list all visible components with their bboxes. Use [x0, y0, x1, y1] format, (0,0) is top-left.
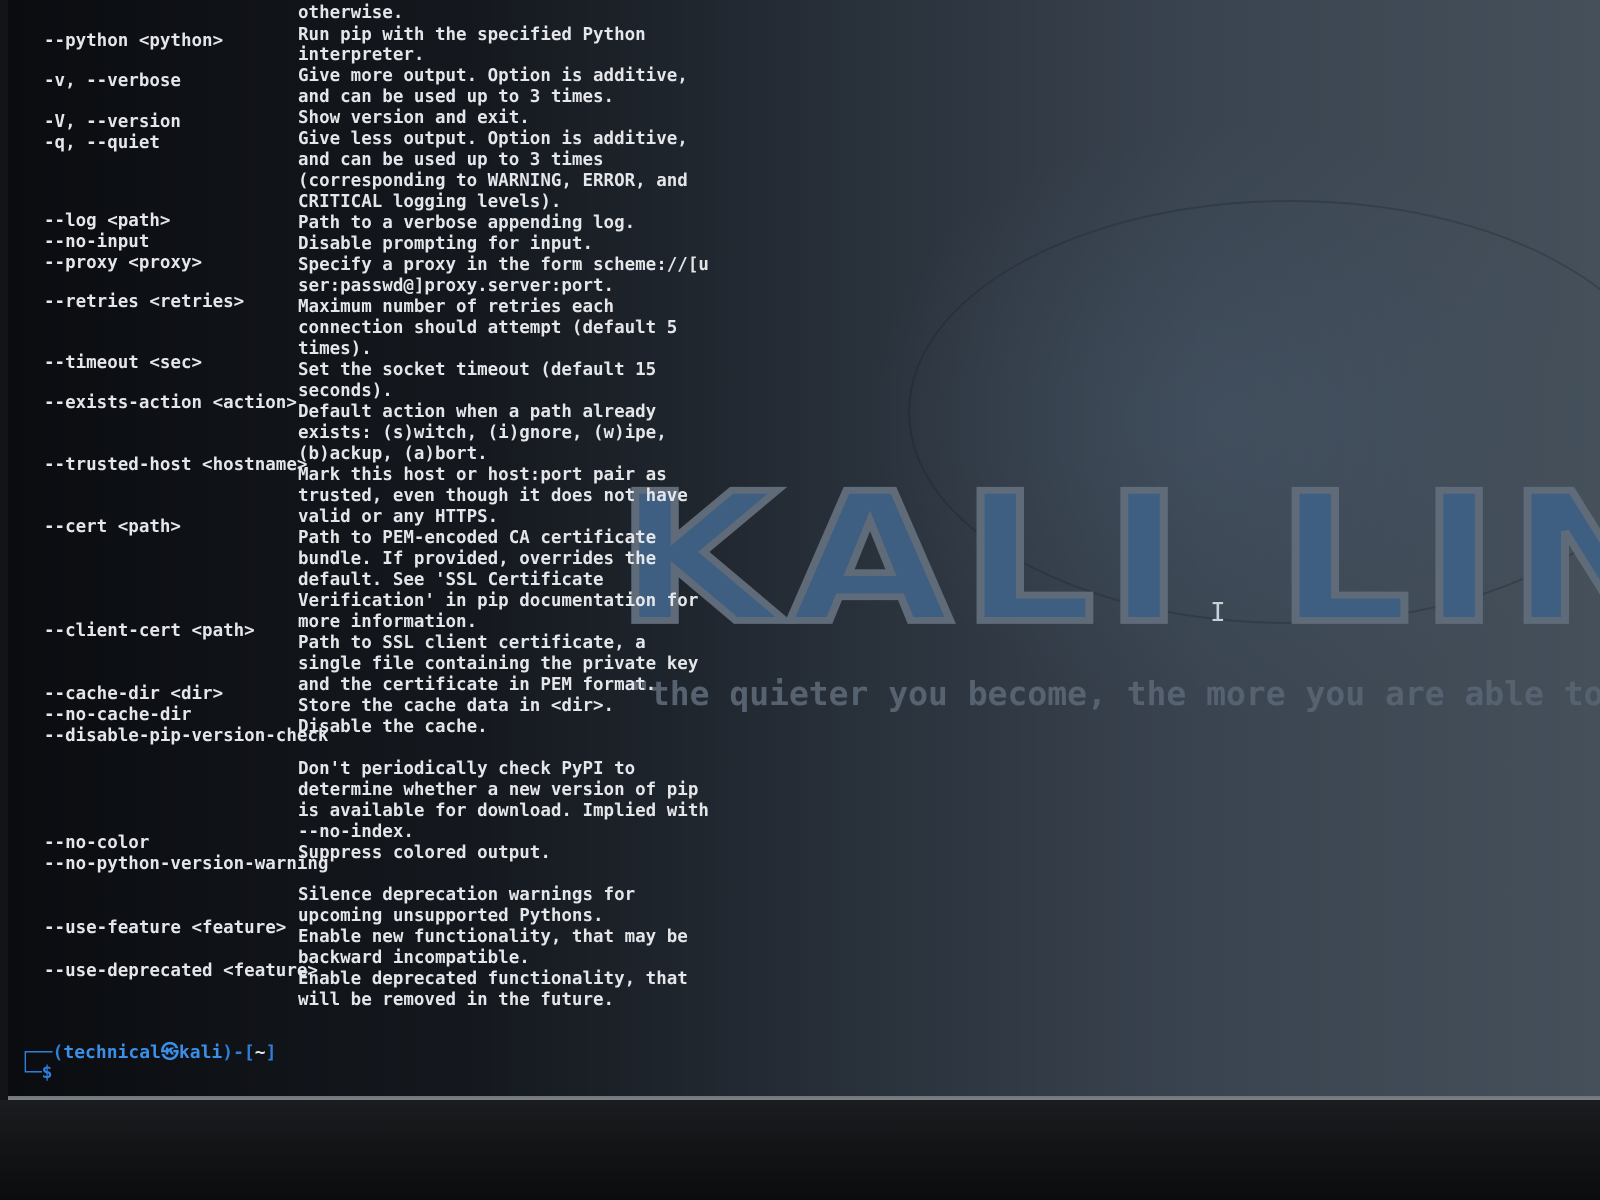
- option-flag: --no-color: [44, 833, 150, 853]
- option-description-line: upcoming unsupported Pythons.: [298, 906, 604, 926]
- shell-prompt: ┌──(technical㉿kali)-[~]: [20, 1042, 276, 1064]
- option-flag: --use-feature <feature>: [44, 918, 287, 938]
- option-flag: --client-cert <path>: [44, 621, 255, 641]
- option-description-line: Path to SSL client certificate, a: [298, 633, 646, 653]
- option-flag: --disable-pip-version-check: [44, 726, 329, 746]
- option-description-line: default. See 'SSL Certificate: [298, 570, 604, 590]
- option-description-line: determine whether a new version of pip: [298, 780, 699, 800]
- option-flag: --retries <retries>: [44, 292, 245, 312]
- terminal-window[interactable]: --python <python> -v, --verbose -V, --vers…: [8, 0, 709, 1100]
- option-description-line: (b)ackup, (a)bort.: [298, 444, 488, 464]
- option-flag: --proxy <proxy>: [44, 253, 203, 273]
- option-description-line: Verification' in pip documentation for: [298, 591, 699, 611]
- option-description-line: ser:passwd@]proxy.server:port.: [298, 276, 615, 296]
- option-description-line: and can be used up to 3 times: [298, 150, 604, 170]
- option-flag: -v, --verbose: [44, 71, 181, 91]
- option-description-line: Show version and exit.: [298, 108, 530, 128]
- option-description-line: more information.: [298, 612, 478, 632]
- option-description-line: is available for download. Implied with: [298, 801, 709, 821]
- option-flag: --no-cache-dir: [44, 705, 192, 725]
- desktop-screen: KALI LINU "the quieter you become, the m…: [8, 0, 1600, 1100]
- option-description-line: Silence deprecation warnings for: [298, 885, 636, 905]
- option-flag: --no-python-version-warning: [44, 854, 329, 874]
- option-description-line: Path to a verbose appending log.: [298, 213, 636, 233]
- option-description-line: and the certificate in PEM format.: [298, 675, 657, 695]
- option-flag: --use-deprecated <feature>: [44, 961, 318, 981]
- option-flag: --log <path>: [44, 211, 171, 231]
- option-flag: --trusted-host <hostname>: [44, 455, 308, 475]
- option-description-line: Disable prompting for input.: [298, 234, 594, 254]
- option-description-line: will be removed in the future.: [298, 990, 615, 1010]
- option-description-line: Suppress colored output.: [298, 843, 551, 863]
- option-description-line: CRITICAL logging levels).: [298, 192, 562, 212]
- option-flag: --timeout <sec>: [44, 353, 203, 373]
- option-flag: --no-input: [44, 232, 150, 252]
- option-description-line: Enable new functionality, that may be: [298, 927, 688, 947]
- option-description-line: --no-index.: [298, 822, 414, 842]
- prompt-dir: ~: [254, 1042, 266, 1063]
- option-description-line: interpreter.: [298, 45, 425, 65]
- wallpaper-tagline: "the quieter you become, the more you ar…: [630, 674, 1600, 713]
- option-description-line: valid or any HTTPS.: [298, 507, 499, 527]
- monitor-bezel: [0, 1100, 1600, 1200]
- option-flag: -V, --version: [44, 112, 181, 132]
- option-description-line: Path to PEM-encoded CA certificate: [298, 528, 657, 548]
- option-description-line: Specify a proxy in the form scheme://[u: [298, 255, 709, 275]
- option-description-line: exists: (s)witch, (i)gnore, (w)ipe,: [298, 423, 667, 443]
- option-flag: -q, --quiet: [44, 133, 160, 153]
- option-description-line: Enable deprecated functionality, that: [298, 969, 688, 989]
- option-description-line: and can be used up to 3 times.: [298, 87, 615, 107]
- option-flag: --exists-action <action>: [44, 393, 297, 413]
- option-description-line: Run pip with the specified Python: [298, 25, 646, 45]
- option-description-line: Give less output. Option is additive,: [298, 129, 688, 149]
- option-description-line: Don't periodically check PyPI to: [298, 759, 636, 779]
- option-description-line: Store the cache data in <dir>.: [298, 696, 615, 716]
- option-flag: --python <python>: [44, 31, 224, 51]
- text-cursor-icon: I: [1210, 598, 1226, 628]
- option-description-line: otherwise.: [298, 3, 404, 23]
- kali-linux-logo: KALI LINU: [612, 454, 1600, 663]
- option-description-line: (corresponding to WARNING, ERROR, and: [298, 171, 688, 191]
- prompt-user-host: technical㉿kali: [63, 1042, 223, 1063]
- option-description-line: connection should attempt (default 5: [298, 318, 678, 338]
- option-description-line: Set the socket timeout (default 15: [298, 360, 657, 380]
- option-description-line: Maximum number of retries each: [298, 297, 615, 317]
- prompt-end: ]: [265, 1042, 277, 1063]
- option-description-line: times).: [298, 339, 372, 359]
- option-flag: --cache-dir <dir>: [44, 684, 224, 704]
- option-description-line: Mark this host or host:port pair as: [298, 465, 667, 485]
- prompt-close: )-[: [222, 1042, 255, 1063]
- option-description-line: seconds).: [298, 381, 393, 401]
- option-description-line: single file containing the private key: [298, 654, 699, 674]
- option-description-line: Give more output. Option is additive,: [298, 66, 688, 86]
- option-flag: --cert <path>: [44, 517, 181, 537]
- option-description-line: Disable the cache.: [298, 717, 488, 737]
- option-description-line: bundle. If provided, overrides the: [298, 549, 657, 569]
- prompt-open: ┌──(: [20, 1042, 64, 1063]
- option-description-line: trusted, even though it does not have: [298, 486, 688, 506]
- option-description-line: backward incompatible.: [298, 948, 530, 968]
- option-description-line: Default action when a path already: [298, 402, 657, 422]
- prompt-symbol[interactable]: └─$: [20, 1062, 53, 1084]
